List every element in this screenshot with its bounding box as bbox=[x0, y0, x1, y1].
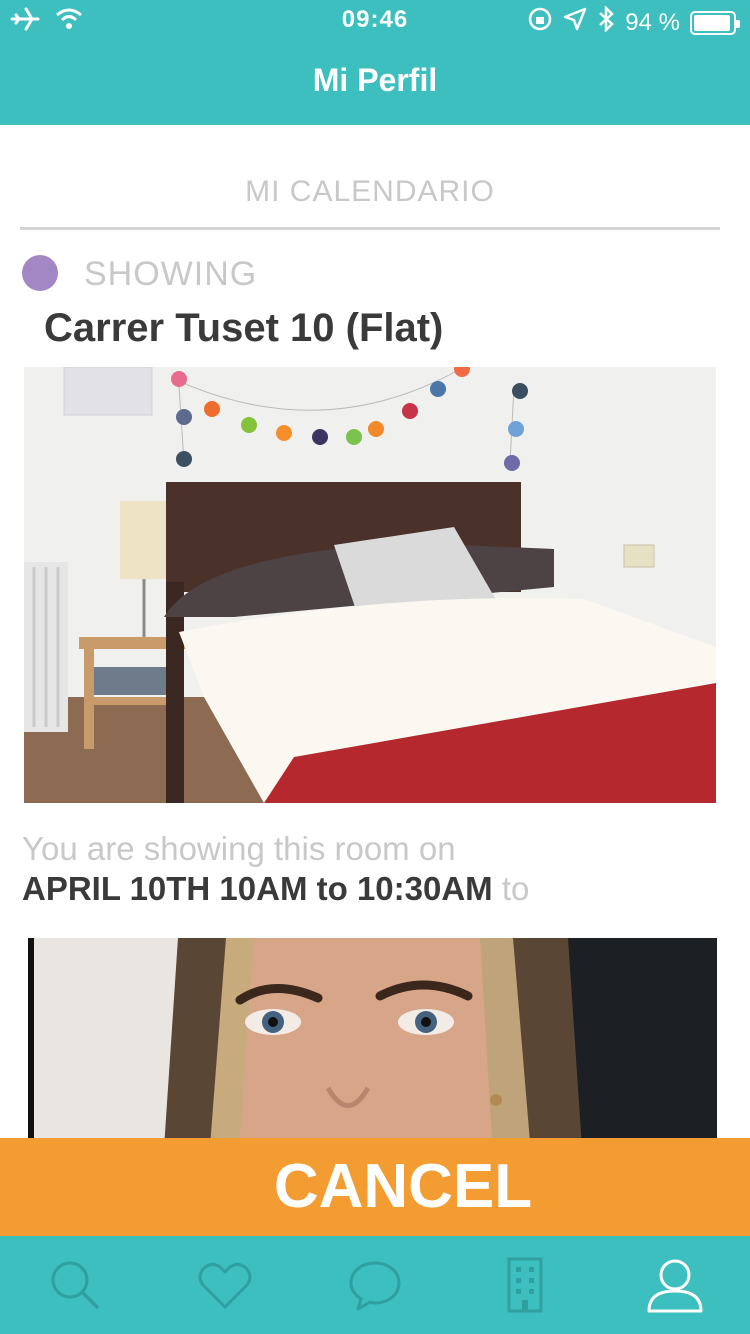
tab-favorites[interactable] bbox=[150, 1236, 300, 1334]
event-type-dot bbox=[22, 255, 58, 291]
building-icon bbox=[507, 1257, 543, 1313]
rotation-lock-icon bbox=[527, 6, 553, 39]
tab-profile[interactable] bbox=[600, 1236, 750, 1334]
tab-messages[interactable] bbox=[300, 1236, 450, 1334]
room-photo[interactable] bbox=[24, 367, 716, 803]
tab-search[interactable] bbox=[0, 1236, 150, 1334]
event-sentence: You are showing this room on bbox=[22, 830, 456, 867]
heart-icon bbox=[198, 1262, 252, 1309]
event-suffix: to bbox=[501, 870, 530, 907]
bluetooth-icon bbox=[597, 4, 615, 39]
event-datetime-line: APRIL 10TH 10AM to 10:30AM to bbox=[22, 870, 529, 908]
status-right: 94 % bbox=[527, 4, 740, 39]
room-illustration bbox=[24, 367, 716, 803]
person-photo[interactable] bbox=[28, 938, 717, 1138]
section-divider bbox=[20, 227, 720, 230]
tab-bar bbox=[0, 1236, 750, 1334]
event-place[interactable]: Carrer Tuset 10 (Flat) bbox=[44, 306, 443, 351]
battery-percent: 94 % bbox=[625, 8, 680, 36]
calendar-section-title: MI CALENDARIO bbox=[245, 175, 495, 208]
person-illustration bbox=[28, 938, 717, 1138]
tab-properties[interactable] bbox=[450, 1236, 600, 1334]
chat-icon bbox=[349, 1261, 401, 1311]
event-type-label: SHOWING bbox=[84, 255, 258, 293]
event-datetime: APRIL 10TH 10AM to 10:30AM bbox=[22, 870, 493, 907]
cancel-button-label: CANCEL bbox=[273, 1152, 533, 1221]
top-bar: 09:46 94 % Mi Perfil bbox=[0, 0, 750, 125]
cancel-button[interactable]: CANCEL bbox=[0, 1138, 750, 1236]
search-icon bbox=[51, 1261, 99, 1309]
profile-icon bbox=[647, 1259, 703, 1313]
battery-icon bbox=[690, 10, 740, 35]
battery-fill bbox=[694, 14, 730, 31]
location-icon bbox=[563, 7, 587, 38]
page-title: Mi Perfil bbox=[312, 62, 438, 98]
status-bar: 09:46 94 % bbox=[0, 0, 750, 40]
